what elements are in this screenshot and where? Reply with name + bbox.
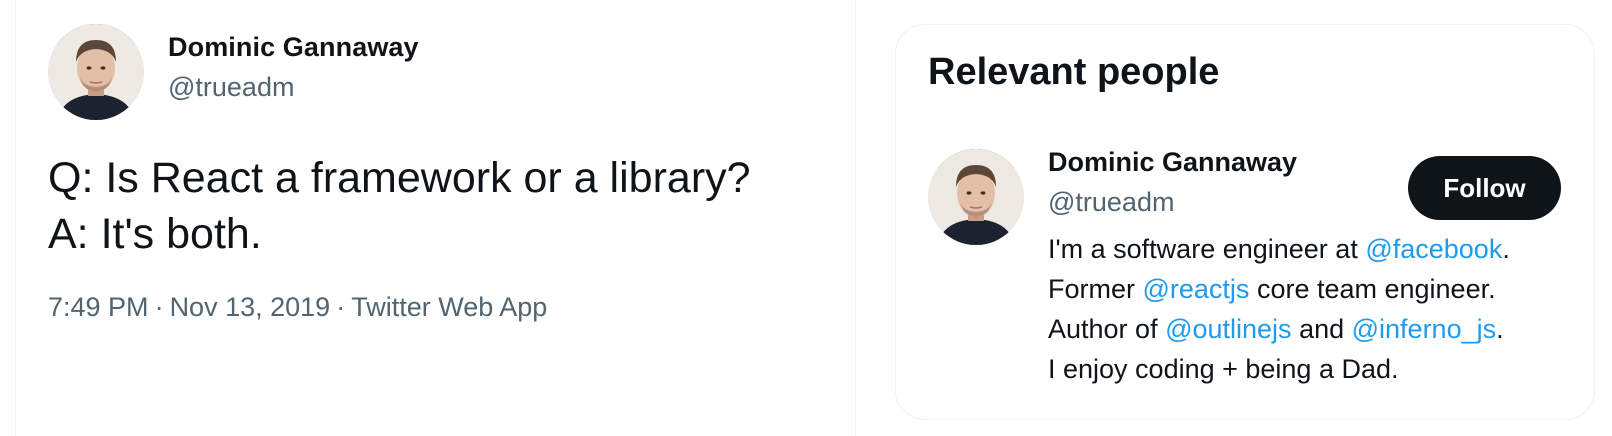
- bio-text: Author of: [1048, 314, 1166, 344]
- tweet-source[interactable]: Twitter Web App: [351, 292, 547, 322]
- mention-outlinejs-link[interactable]: @outlinejs: [1165, 314, 1291, 344]
- bio-line: Author of @outlinejs and @inferno_js.: [1048, 309, 1588, 349]
- card-title: Relevant people: [928, 51, 1220, 93]
- bio-line: Former @reactjs core team engineer.: [1048, 269, 1588, 309]
- bio-text: core team engineer.: [1249, 274, 1496, 304]
- person-bio: I'm a software engineer at @facebook. Fo…: [1048, 229, 1588, 389]
- relevant-people-card: Relevant people Dominic Gannaway @truead…: [895, 24, 1595, 420]
- bio-line: I enjoy coding + being a Dad.: [1048, 354, 1399, 384]
- meta-separator: ·: [336, 292, 346, 322]
- person-avatar[interactable]: [928, 149, 1024, 245]
- bio-text: Former: [1048, 274, 1143, 304]
- tweet-text-line: A: It's both.: [48, 210, 262, 258]
- author-handle[interactable]: @trueadm: [168, 72, 294, 103]
- bio-line: I'm a software engineer at @facebook.: [1048, 229, 1588, 269]
- bio-text: I'm a software engineer at: [1048, 234, 1366, 264]
- mention-facebook-link[interactable]: @facebook: [1365, 234, 1502, 264]
- bio-text: .: [1502, 234, 1510, 264]
- follow-button[interactable]: Follow: [1408, 156, 1561, 220]
- tweet-time[interactable]: 7:49 PM: [48, 292, 149, 322]
- mention-inferno-js-link[interactable]: @inferno_js: [1352, 314, 1496, 344]
- author-avatar[interactable]: [48, 24, 144, 120]
- tweet-metadata: 7:49 PM · Nov 13, 2019 · Twitter Web App: [48, 292, 547, 323]
- tweet-column: Dominic Gannaway @trueadm Q: Is React a …: [15, 0, 856, 436]
- person-handle[interactable]: @trueadm: [1048, 187, 1174, 218]
- tweet-text: Q: Is React a framework or a library? A:…: [48, 150, 838, 262]
- mention-reactjs-link[interactable]: @reactjs: [1143, 274, 1250, 304]
- person-name[interactable]: Dominic Gannaway: [1048, 147, 1297, 178]
- tweet-date[interactable]: Nov 13, 2019: [170, 292, 331, 322]
- bio-text: and: [1291, 314, 1352, 344]
- bio-text: .: [1496, 314, 1504, 344]
- tweet-text-line: Q: Is React a framework or a library?: [48, 154, 751, 202]
- author-name[interactable]: Dominic Gannaway: [168, 32, 419, 63]
- meta-separator: ·: [154, 292, 164, 322]
